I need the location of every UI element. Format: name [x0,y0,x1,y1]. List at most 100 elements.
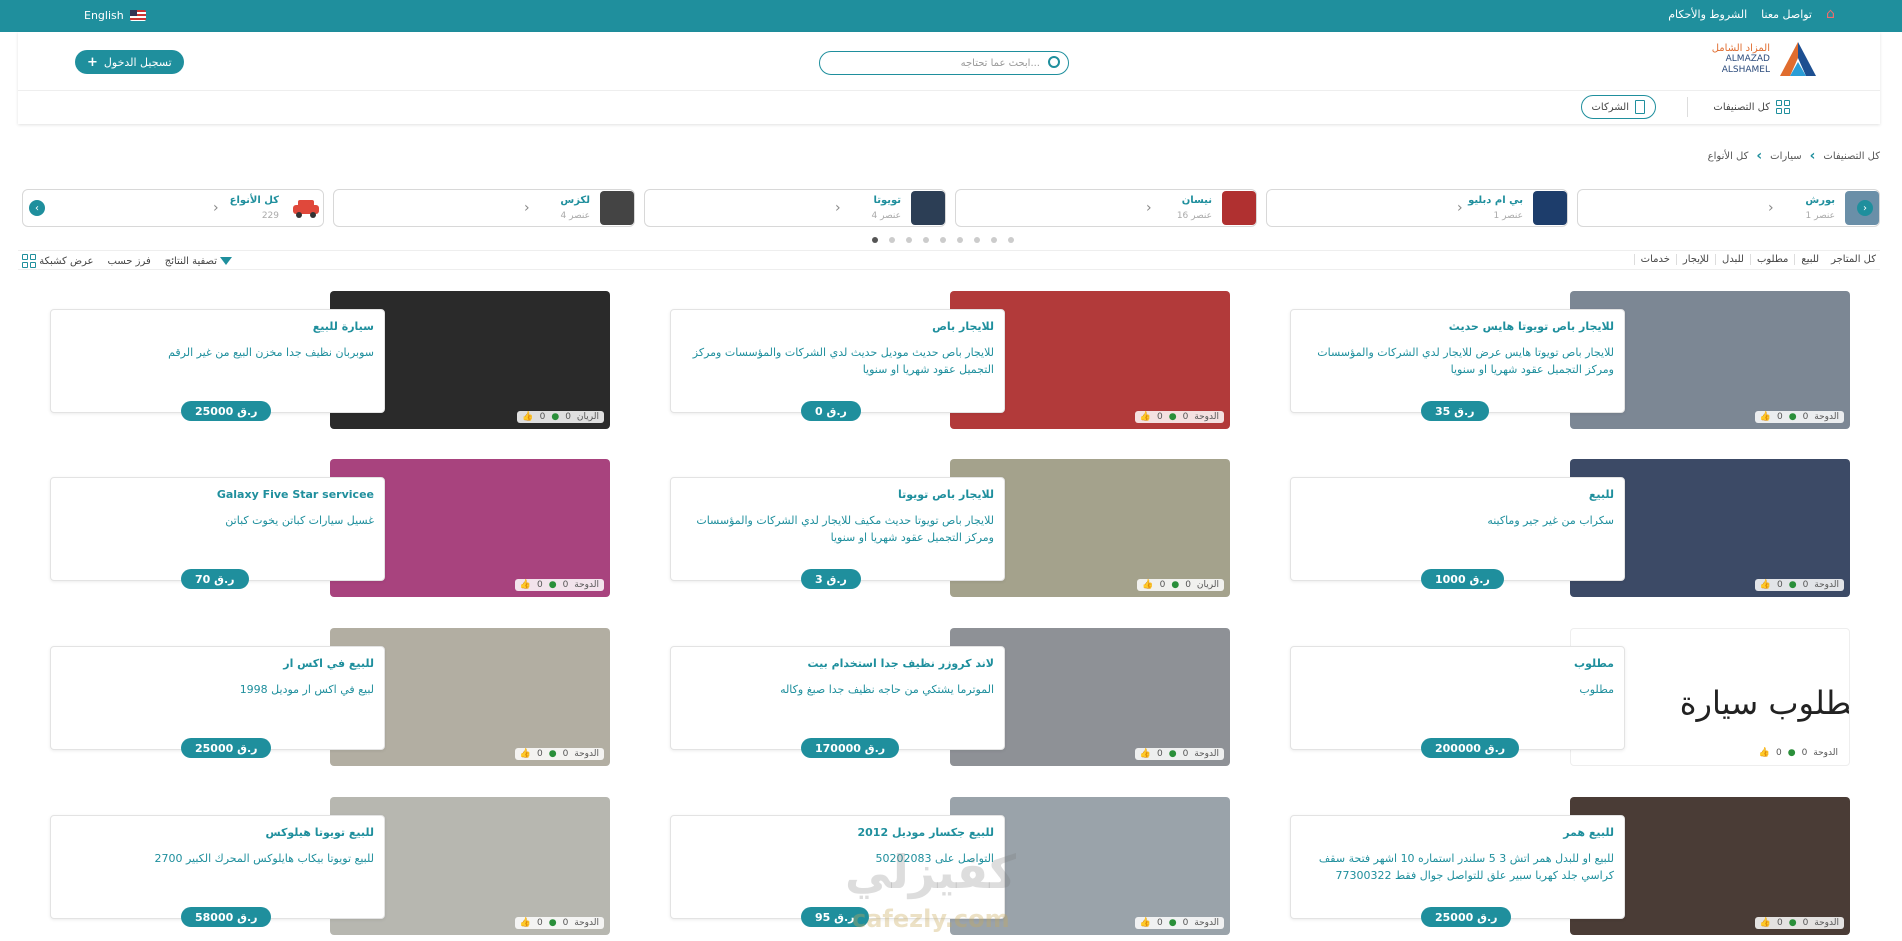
listing-title[interactable]: للبيع همر [1563,826,1614,839]
listing-title[interactable]: مطلوب [1574,657,1614,670]
tab-wanted[interactable]: مطلوب [1749,254,1788,265]
like-icon[interactable]: 👍 [1760,580,1771,590]
like-icon[interactable]: 👍 [1760,412,1771,422]
grid-view-label: عرض كشبكة [39,256,94,267]
listing-title[interactable]: للايجار باص تويوتا [898,488,994,501]
listing-card[interactable]: 👍 0 ● 0 الدوحة Galaxy Five Star servicee غسيل … [50,459,610,599]
like-icon[interactable]: 👍 [520,749,531,759]
carousel-dot[interactable] [872,237,878,243]
like-icon[interactable]: 👍 [1142,580,1153,590]
listing-price[interactable]: 35 ر.ق [1421,401,1489,421]
carousel-dot[interactable] [1008,237,1014,243]
like-icon[interactable]: 👍 [520,580,531,590]
tab-all-stores[interactable]: كل المتاجر [1825,254,1876,265]
listing-info[interactable]: للايجار باص للايجار باص حديث موديل حديث ل… [670,309,1005,421]
listing-card[interactable]: 👍 0 ● 0 الدوحة للبيع سكراب من غير جير وماكينه 1… [1290,459,1850,599]
listing-title[interactable]: للايجار باص تويوتا هايس حديث [1449,320,1614,333]
listing-card[interactable]: 👍 0 ● 0 الدوحة للايجار باص للايجار باص حديث مو… [670,291,1230,431]
like-icon[interactable]: 👍 [1760,918,1771,928]
like-icon[interactable]: 👍 [520,918,531,928]
listing-card[interactable]: 👍 0 ● 0 الدوحة للبيع همر للبيع او للبدل همر ات… [1290,797,1850,937]
contact-link[interactable]: تواصل معنا [1761,8,1812,21]
listing-price[interactable]: 25000 ر.ق [181,401,272,421]
sort-by-button[interactable]: فرز حسب [108,256,151,267]
carousel-dot[interactable] [974,237,980,243]
home-icon[interactable]: ⌂ [1826,6,1842,22]
listing-info[interactable]: للبيع سكراب من غير جير وماكينه 1000 ر.ق [1290,477,1625,589]
listing-info[interactable]: للايجار باص تويوتا للايجار باص تويوتا حدي… [670,477,1005,589]
listing-title[interactable]: Galaxy Five Star servicee [217,488,374,501]
tab-services[interactable]: خدمات [1633,254,1670,265]
tab-sale[interactable]: للبيع [1794,254,1819,265]
carousel-dot[interactable] [940,237,946,243]
search-input[interactable]: ابحث عما تحتاجه... [819,51,1069,75]
listing-price[interactable]: 0 ر.ق [801,401,861,421]
listing-card[interactable]: 👍 0 ● 0 الدوحة لاند كروزر نظيف جدا استخدام بي… [670,628,1230,768]
tab-rent[interactable]: للإيجار [1675,254,1709,265]
filter-results-button[interactable]: تصفية النتائج [165,256,233,267]
listing-card[interactable]: 👍 0 ● 0 الدوحة للبيع تويوتا هيلوكس للبيع تويوت… [50,797,610,937]
listing-card[interactable]: 👍 0 ● 0 الدوحة للايجار باص تويوتا هايس حديث لل… [1290,291,1850,431]
brand-card-toyota[interactable]: تويوتا 4 عنصر › [644,189,946,227]
logo-text-ar: المزاد الشامل [1711,42,1770,54]
listing-price[interactable]: 1000 ر.ق [1421,569,1504,589]
listing-info[interactable]: للبيع تويوتا هيلوكس للبيع تويوتا بيكاب ها… [50,815,385,927]
listing-info[interactable]: للايجار باص تويوتا هايس حديث للايجار باص … [1290,309,1625,421]
carousel-next-icon[interactable]: › [1857,200,1873,216]
brand-card-nissan[interactable]: نيسان 16 عنصر › [955,189,1257,227]
terms-link[interactable]: الشروط والأحكام [1668,8,1747,21]
carousel-dot[interactable] [889,237,895,243]
like-icon[interactable]: 👍 [1140,749,1151,759]
site-logo[interactable]: المزاد الشامل ALMAZAD ALSHAMEL [1712,40,1820,78]
listing-price[interactable]: 200000 ر.ق [1421,738,1520,758]
grid-view-button[interactable]: عرض كشبكة [22,254,94,268]
language-label[interactable]: English [84,9,124,22]
listing-title[interactable]: للبيع في اكس ار [283,657,374,670]
listing-title[interactable]: لاند كروزر نظيف جدا استخدام بيت [807,657,994,670]
listing-info[interactable]: سيارة للبيع سوبربان نظيف جدا مخزن البيع م… [50,309,385,421]
language-switch[interactable]: English [84,9,146,22]
breadcrumb-item-cars[interactable]: سيارات [1770,151,1801,162]
listing-info[interactable]: لاند كروزر نظيف جدا استخدام بيت الموترما … [670,646,1005,758]
brand-card-lexus[interactable]: لكزس 4 عنصر › [333,189,635,227]
search-icon[interactable] [1048,56,1060,68]
companies-button[interactable]: الشركات [1580,95,1656,119]
breadcrumb-item-types[interactable]: كل الأنواع [1708,151,1749,162]
like-icon[interactable]: 👍 [1140,412,1151,422]
listing-title[interactable]: سيارة للبيع [313,320,374,333]
listing-info[interactable]: Galaxy Five Star servicee غسيل سيارات كبا… [50,477,385,589]
carousel-dot[interactable] [957,237,963,243]
listing-title[interactable]: للبيع [1589,488,1614,501]
listing-title[interactable]: للبيع تويوتا هيلوكس [265,826,374,839]
listing-info[interactable]: للبيع همر للبيع او للبدل همر اتش 3 5 سلند… [1290,815,1625,927]
breadcrumb-item-all-categories[interactable]: كل التصنيفات [1823,151,1880,162]
carousel-prev-icon[interactable]: ‹ [29,200,45,216]
listing-price[interactable]: 25000 ر.ق [1421,907,1512,927]
carousel-dot[interactable] [991,237,997,243]
listing-info[interactable]: مطلوب مطلوب 200000 ر.ق [1290,646,1625,758]
like-icon[interactable]: 👍 [522,412,533,422]
listing-price[interactable]: 70 ر.ق [181,569,249,589]
listing-card[interactable]: 👍 0 ● 0 الريان للايجار باص تويوتا للايجار باص … [670,459,1230,599]
listing-price[interactable]: 58000 ر.ق [181,907,272,927]
listing-title[interactable]: للايجار باص [932,320,994,333]
listing-price[interactable]: 3 ر.ق [801,569,861,589]
all-categories-link[interactable]: كل التصنيفات [1713,100,1790,114]
login-button[interactable]: + تسجيل الدخول [75,50,184,74]
carousel-dot[interactable] [923,237,929,243]
brand-card-porsche[interactable]: بورش 1 عنصر › › [1577,189,1880,227]
like-icon[interactable]: 👍 [1759,748,1770,758]
listing-title[interactable]: للبيع جكسار موديل 2012 [857,826,994,839]
listing-price[interactable]: 170000 ر.ق [801,738,900,758]
all-categories-label: كل التصنيفات [1713,101,1770,113]
brand-card-all[interactable]: كل الأنواع 229 › ‹ [22,189,324,227]
carousel-dot[interactable] [906,237,912,243]
listing-card[interactable]: 👍 0 ● 0 الدوحة للبيع في اكس ار لبيع في اكس ار … [50,628,610,768]
listing-card[interactable]: 👍 0 ● 0 الريان سيارة للبيع سوبربان نظيف جدا مخ… [50,291,610,431]
listing-card[interactable]: مطلوب سيارة 👍 0 ● 0 الدوحة مطلوب مطلوب 200000 ر.… [1290,628,1850,768]
listing-price[interactable]: 25000 ر.ق [181,738,272,758]
brand-card-bmw[interactable]: بي ام دبليو 1 عنصر › [1266,189,1568,227]
listing-info[interactable]: للبيع في اكس ار لبيع في اكس ار موديل 1998… [50,646,385,758]
tab-exchange[interactable]: للبدل [1715,254,1744,265]
like-icon[interactable]: 👍 [1140,918,1151,928]
